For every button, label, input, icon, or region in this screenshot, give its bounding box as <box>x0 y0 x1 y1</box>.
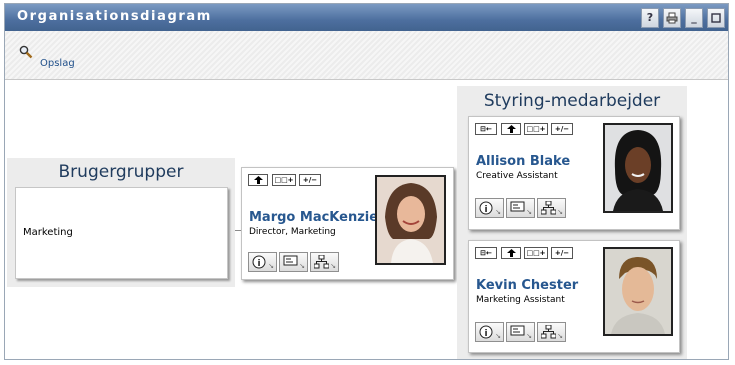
person-photo-icon <box>605 249 671 334</box>
email-icon <box>283 255 298 266</box>
corner-arrow-icon: ↘ <box>526 332 532 340</box>
org-chart-window: Organisationsdiagram ? _ Opslag Brugergr… <box>4 3 729 360</box>
org-add-icon: □□+ <box>526 125 546 133</box>
corner-arrow-icon: ↘ <box>495 332 501 340</box>
minimize-icon: _ <box>691 11 697 24</box>
search-icon[interactable] <box>19 45 33 59</box>
info-icon: i <box>479 325 493 339</box>
expand-collapse-button[interactable]: +/− <box>551 123 573 135</box>
avatar <box>603 247 673 336</box>
groups-panel-title: Brugergrupper <box>58 162 184 182</box>
expand-collapse-button[interactable]: +/− <box>299 174 321 186</box>
person-name[interactable]: Allison Blake <box>476 154 570 169</box>
reports-panel: Styring-medarbejder ⊟← □□+ +/− Allison B… <box>457 86 687 359</box>
info-button[interactable]: i ↘ <box>475 198 504 218</box>
maximize-button[interactable] <box>707 8 725 28</box>
up-arrow-icon <box>253 176 263 184</box>
org-chart-button[interactable]: ↘ <box>310 252 339 272</box>
lookup-link[interactable]: Opslag <box>40 58 75 69</box>
up-button[interactable] <box>501 123 521 135</box>
corner-arrow-icon: ↘ <box>495 208 501 216</box>
up-arrow-icon <box>506 125 516 133</box>
show-reports-button[interactable]: □□+ <box>272 174 296 186</box>
person-card-margo: □□+ +/− Margo MacKenzie Director, Market… <box>241 167 454 280</box>
person-card-kevin: ⊟← □□+ +/− Kevin Chester Marketing Assis… <box>468 240 680 353</box>
show-reports-button[interactable]: □□+ <box>524 123 548 135</box>
back-to-manager-button[interactable]: ⊟← <box>475 123 497 135</box>
avatar <box>375 175 446 265</box>
info-icon: i <box>252 255 266 269</box>
info-button[interactable]: i ↘ <box>248 252 277 272</box>
org-add-icon: □□+ <box>526 249 546 257</box>
toolbar: Opslag <box>5 31 728 80</box>
print-button[interactable] <box>663 8 681 28</box>
person-photo-icon <box>605 125 671 211</box>
help-button[interactable]: ? <box>641 8 659 28</box>
person-name[interactable]: Kevin Chester <box>476 278 578 293</box>
plus-minus-icon: +/− <box>554 249 570 257</box>
corner-arrow-icon: ↘ <box>557 332 563 340</box>
printer-icon <box>666 12 678 24</box>
email-button[interactable]: ↘ <box>506 198 535 218</box>
groups-panel: Brugergrupper Marketing <box>7 158 235 287</box>
up-arrow-icon <box>506 249 516 257</box>
person-card-allison: ⊟← □□+ +/− Allison Blake Creative Assist… <box>468 116 680 230</box>
person-title: Creative Assistant <box>476 171 558 181</box>
org-chart-button[interactable]: ↘ <box>537 322 566 342</box>
org-add-icon: □□+ <box>274 176 294 184</box>
svg-text:i: i <box>257 259 260 269</box>
org-back-icon: ⊟← <box>480 249 492 257</box>
person-title: Marketing Assistant <box>476 295 565 305</box>
plus-minus-icon: +/− <box>554 125 570 133</box>
minimize-button[interactable]: _ <box>685 8 703 28</box>
org-chart-icon <box>541 201 556 215</box>
title-bar: Organisationsdiagram ? _ <box>5 4 728 31</box>
corner-arrow-icon: ↘ <box>526 208 532 216</box>
email-icon <box>510 325 525 336</box>
email-button[interactable]: ↘ <box>506 322 535 342</box>
back-to-manager-button[interactable]: ⊟← <box>475 247 497 259</box>
group-list: Marketing <box>15 187 228 279</box>
show-reports-button[interactable]: □□+ <box>524 247 548 259</box>
person-name[interactable]: Margo MacKenzie <box>249 210 378 225</box>
info-button[interactable]: i ↘ <box>475 322 504 342</box>
up-button[interactable] <box>248 174 268 186</box>
person-title: Director, Marketing <box>249 227 336 237</box>
email-icon <box>510 201 525 212</box>
avatar <box>603 123 673 213</box>
group-item-marketing[interactable]: Marketing <box>23 227 73 238</box>
window-title: Organisationsdiagram <box>17 9 212 24</box>
corner-arrow-icon: ↘ <box>557 208 563 216</box>
info-icon: i <box>479 201 493 215</box>
org-back-icon: ⊟← <box>480 125 492 133</box>
email-button[interactable]: ↘ <box>279 252 308 272</box>
maximize-icon <box>711 13 721 23</box>
org-chart-icon <box>541 325 556 339</box>
svg-text:i: i <box>484 329 487 339</box>
corner-arrow-icon: ↘ <box>330 262 336 270</box>
corner-arrow-icon: ↘ <box>299 262 305 270</box>
up-button[interactable] <box>501 247 521 259</box>
plus-minus-icon: +/− <box>302 176 318 184</box>
org-chart-icon <box>314 255 329 269</box>
corner-arrow-icon: ↘ <box>268 262 274 270</box>
org-chart-button[interactable]: ↘ <box>537 198 566 218</box>
svg-text:i: i <box>484 205 487 215</box>
expand-collapse-button[interactable]: +/− <box>551 247 573 259</box>
reports-panel-title: Styring-medarbejder <box>483 91 661 111</box>
person-photo-icon <box>377 177 444 263</box>
